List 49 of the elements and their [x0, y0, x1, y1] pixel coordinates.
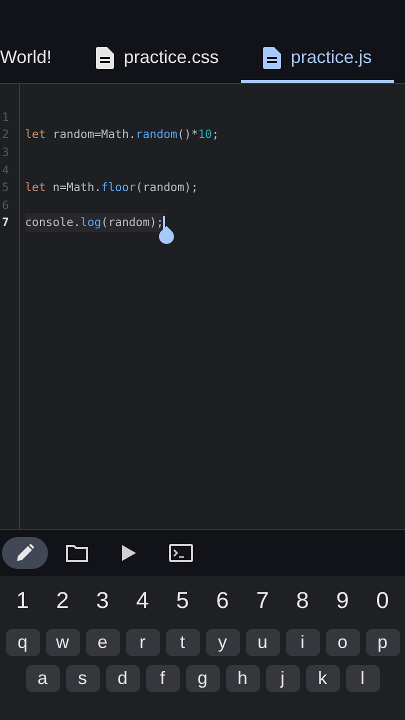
keyboard-key[interactable]: 3 [86, 580, 120, 620]
play-icon [122, 545, 136, 561]
keyboard-key[interactable]: 9 [326, 580, 360, 620]
keyboard-key[interactable]: j [266, 665, 300, 692]
pencil-icon [15, 543, 35, 563]
keyboard-key[interactable]: 5 [166, 580, 200, 620]
keyboard-key[interactable]: h [226, 665, 260, 692]
code-line: let n=Math.floor(random); [25, 179, 198, 196]
keyboard-key[interactable]: a [26, 665, 60, 692]
keyboard-key[interactable]: s [66, 665, 100, 692]
line-number: 6 [1, 198, 10, 212]
keyboard-key[interactable]: d [106, 665, 140, 692]
code-line: let random=Math.random()*10; [25, 126, 219, 144]
line-number: 1 [1, 110, 10, 124]
keyboard-key[interactable]: l [346, 665, 380, 692]
keyboard-key[interactable]: y [206, 629, 240, 656]
keyboard-key[interactable]: o [326, 629, 360, 656]
line-number: 4 [1, 162, 10, 177]
tab-label: World! [0, 47, 52, 68]
keyboard-key[interactable]: w [46, 629, 80, 656]
keyboard-key[interactable]: 1 [6, 580, 40, 620]
keyboard-key[interactable]: 8 [286, 580, 320, 620]
line-number: 5 [1, 180, 10, 194]
line-number: 3 [1, 144, 10, 159]
keyboard-key[interactable]: e [86, 629, 120, 656]
keyboard-key[interactable]: i [286, 629, 320, 656]
keyboard-key[interactable]: f [146, 665, 180, 692]
line-number: 7 [1, 215, 10, 230]
keyboard-key[interactable]: t [166, 629, 200, 656]
text-cursor [163, 216, 165, 230]
keyboard-key[interactable]: 7 [246, 580, 280, 620]
line-number: 2 [1, 127, 10, 142]
keyboard-key[interactable]: 4 [126, 580, 160, 620]
file-tab[interactable]: practice.css [74, 35, 241, 83]
edit-button[interactable] [2, 537, 48, 569]
keyboard-key[interactable]: g [186, 665, 220, 692]
keyboard-key[interactable]: q [6, 629, 40, 656]
keyboard-key[interactable]: 2 [46, 580, 80, 620]
folder-icon [65, 543, 89, 563]
tab-label: practice.js [290, 47, 372, 68]
keyboard-key[interactable]: u [246, 629, 280, 656]
keyboard-key[interactable]: 6 [206, 580, 240, 620]
keyboard-key[interactable]: 0 [366, 580, 400, 620]
keyboard-key[interactable]: p [366, 629, 400, 656]
terminal-icon [169, 543, 193, 563]
tab-label: practice.css [124, 47, 219, 68]
keyboard-key[interactable]: r [126, 629, 160, 656]
keyboard-key[interactable]: k [306, 665, 340, 692]
file-tab[interactable]: World! [0, 35, 74, 83]
